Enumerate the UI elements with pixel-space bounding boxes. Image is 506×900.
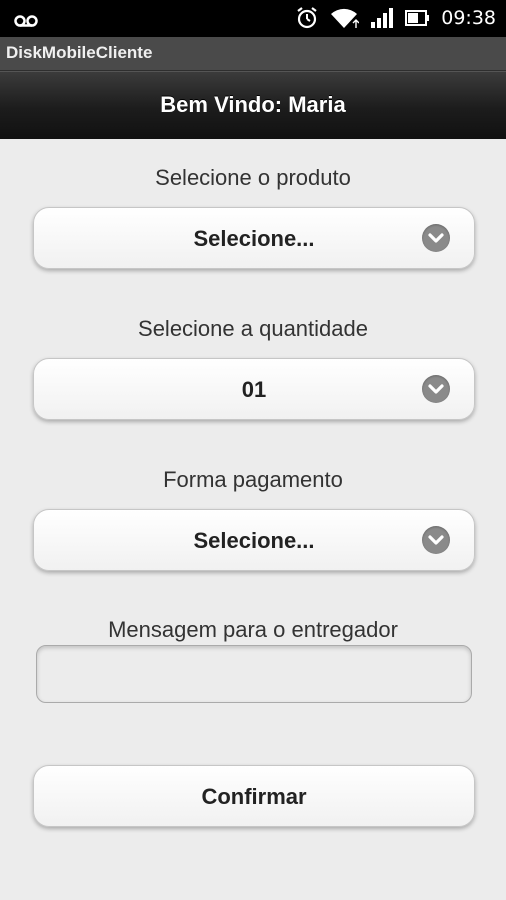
signal-icon	[371, 8, 394, 28]
payment-label: Forma pagamento	[163, 467, 343, 492]
status-bar: 09:38	[0, 0, 506, 37]
app-title: DiskMobileCliente	[6, 43, 153, 62]
wifi-icon	[331, 8, 360, 28]
voicemail-icon	[14, 15, 38, 27]
status-time: 09:38	[441, 7, 496, 29]
battery-icon	[405, 10, 430, 26]
page-header: Bem Vindo: Maria	[0, 71, 506, 139]
quantity-label: Selecione a quantidade	[138, 316, 368, 341]
payment-select-value: Selecione...	[193, 528, 315, 553]
chevron-down-icon	[422, 224, 450, 252]
confirm-button[interactable]: Confirmar	[33, 765, 475, 827]
chevron-down-icon	[422, 375, 450, 403]
confirm-button-label: Confirmar	[201, 784, 307, 809]
quantity-select[interactable]: 01	[33, 358, 475, 420]
message-input[interactable]	[36, 645, 472, 703]
app-title-bar: DiskMobileCliente	[0, 37, 506, 71]
product-select-value: Selecione...	[193, 226, 315, 251]
alarm-icon	[297, 7, 317, 29]
quantity-select-value: 01	[241, 377, 267, 402]
payment-select[interactable]: Selecione...	[33, 509, 475, 571]
product-select[interactable]: Selecione...	[33, 207, 475, 269]
product-label: Selecione o produto	[155, 165, 351, 190]
chevron-down-icon	[422, 526, 450, 554]
page-title: Bem Vindo: Maria	[160, 92, 346, 117]
message-label: Mensagem para o entregador	[108, 617, 398, 642]
